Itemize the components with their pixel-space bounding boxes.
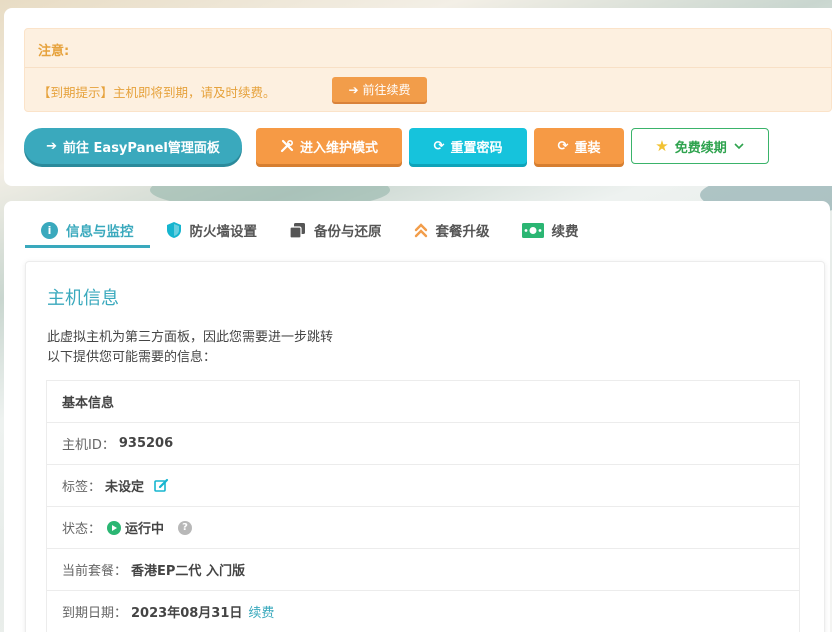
tab-label: 套餐升级 bbox=[435, 224, 490, 240]
arrow-right-icon: ➔ bbox=[46, 138, 58, 154]
tab-label: 防火墙设置 bbox=[189, 224, 258, 240]
info-row-expiry: 到期日期： 2023年08月31日 续费 bbox=[47, 591, 799, 632]
tab-firewall[interactable]: 防火墙设置 bbox=[150, 213, 274, 247]
info-row-tag: 标签： 未设定 bbox=[47, 465, 799, 507]
go-renew-label: 前往续费 bbox=[362, 83, 411, 97]
reinstall-label: 重装 bbox=[574, 140, 601, 156]
info-table: 基本信息 主机ID： 935206 标签： 未设定 状态： 运行中 ? 当前套餐… bbox=[46, 380, 800, 632]
host-info-card: 主机信息 此虚拟主机为第三方面板，因此您需要进一步跳转 以下提供您可能需要的信息… bbox=[25, 261, 825, 632]
tag-label: 标签： bbox=[62, 480, 102, 495]
double-chevron-up-icon bbox=[414, 223, 427, 238]
shield-icon bbox=[166, 222, 181, 238]
tag-value: 未设定 bbox=[105, 480, 145, 495]
main-panel: i 信息与监控 防火墙设置 备份与还原 套餐升级 续费 主机信息 此虚拟主机为第… bbox=[4, 201, 830, 632]
info-row-host-id: 主机ID： 935206 bbox=[47, 423, 799, 465]
maintenance-mode-button[interactable]: 进入维护模式 bbox=[256, 128, 402, 164]
info-icon: i bbox=[41, 221, 58, 239]
easypanel-label: 前往 EasyPanel管理面板 bbox=[63, 140, 220, 156]
info-row-plan: 当前套餐： 香港EP二代 入门版 bbox=[47, 549, 799, 591]
tab-info-monitor[interactable]: i 信息与监控 bbox=[25, 213, 150, 248]
copy-icon bbox=[289, 222, 305, 239]
info-row-status: 状态： 运行中 ? bbox=[47, 507, 799, 549]
refresh-icon: ⟳ bbox=[557, 138, 569, 154]
go-renew-button[interactable]: ➔ 前往续费 bbox=[332, 77, 427, 102]
host-id-value: 935206 bbox=[118, 436, 174, 451]
reinstall-button[interactable]: ⟳ 重装 bbox=[534, 128, 624, 164]
top-panel: 注意: 【到期提示】主机即将到期，请及时续费。 ➔ 前往续费 ➔ 前往 Easy… bbox=[4, 8, 832, 186]
desc-line: 此虚拟主机为第三方面板，因此您需要进一步跳转 bbox=[47, 330, 334, 345]
tab-label: 续费 bbox=[551, 224, 579, 240]
notice-text: 【到期提示】主机即将到期，请及时续费。 bbox=[38, 85, 276, 100]
tab-backup[interactable]: 备份与还原 bbox=[273, 213, 398, 247]
edit-icon[interactable] bbox=[154, 478, 169, 493]
expiry-label: 到期日期： bbox=[62, 606, 128, 621]
info-header: 基本信息 bbox=[47, 381, 799, 423]
notice-title: 注意: bbox=[38, 44, 70, 59]
tab-upgrade[interactable]: 套餐升级 bbox=[398, 213, 506, 247]
star-icon: ★ bbox=[655, 137, 669, 155]
refresh-icon: ⟳ bbox=[433, 138, 445, 154]
status-value: 运行中 bbox=[125, 522, 165, 537]
free-renew-label: 免费续期 bbox=[674, 140, 727, 156]
tab-bar: i 信息与监控 防火墙设置 备份与还原 套餐升级 续费 bbox=[25, 213, 595, 248]
money-icon bbox=[521, 222, 544, 238]
plan-value: 香港EP二代 入门版 bbox=[131, 564, 245, 579]
plan-label: 当前套餐： bbox=[62, 564, 128, 579]
tools-icon bbox=[280, 139, 294, 153]
notice-divider bbox=[25, 67, 831, 68]
chevron-down-icon bbox=[734, 143, 744, 150]
status-label: 状态： bbox=[62, 522, 102, 537]
help-icon[interactable]: ? bbox=[178, 520, 193, 535]
easypanel-button[interactable]: ➔ 前往 EasyPanel管理面板 bbox=[24, 128, 242, 164]
arrow-right-icon: ➔ bbox=[348, 82, 359, 97]
play-icon bbox=[107, 520, 122, 535]
card-title: 主机信息 bbox=[47, 288, 119, 309]
desc-line: 以下提供您可能需要的信息： bbox=[47, 350, 217, 365]
tab-renew[interactable]: 续费 bbox=[506, 213, 595, 247]
card-description: 此虚拟主机为第三方面板，因此您需要进一步跳转 以下提供您可能需要的信息： bbox=[47, 328, 333, 368]
tab-label: 信息与监控 bbox=[66, 224, 134, 240]
reset-password-label: 重置密码 bbox=[450, 140, 503, 156]
reset-password-button[interactable]: ⟳ 重置密码 bbox=[409, 128, 527, 164]
free-renew-dropdown[interactable]: ★ 免费续期 bbox=[631, 128, 769, 164]
tab-label: 备份与还原 bbox=[314, 224, 382, 240]
expiry-notice: 注意: 【到期提示】主机即将到期，请及时续费。 ➔ 前往续费 bbox=[24, 28, 832, 112]
host-id-label: 主机ID： bbox=[62, 438, 115, 453]
renew-link[interactable]: 续费 bbox=[248, 602, 274, 621]
maintenance-label: 进入维护模式 bbox=[299, 140, 378, 156]
expiry-value: 2023年08月31日 bbox=[131, 606, 243, 621]
